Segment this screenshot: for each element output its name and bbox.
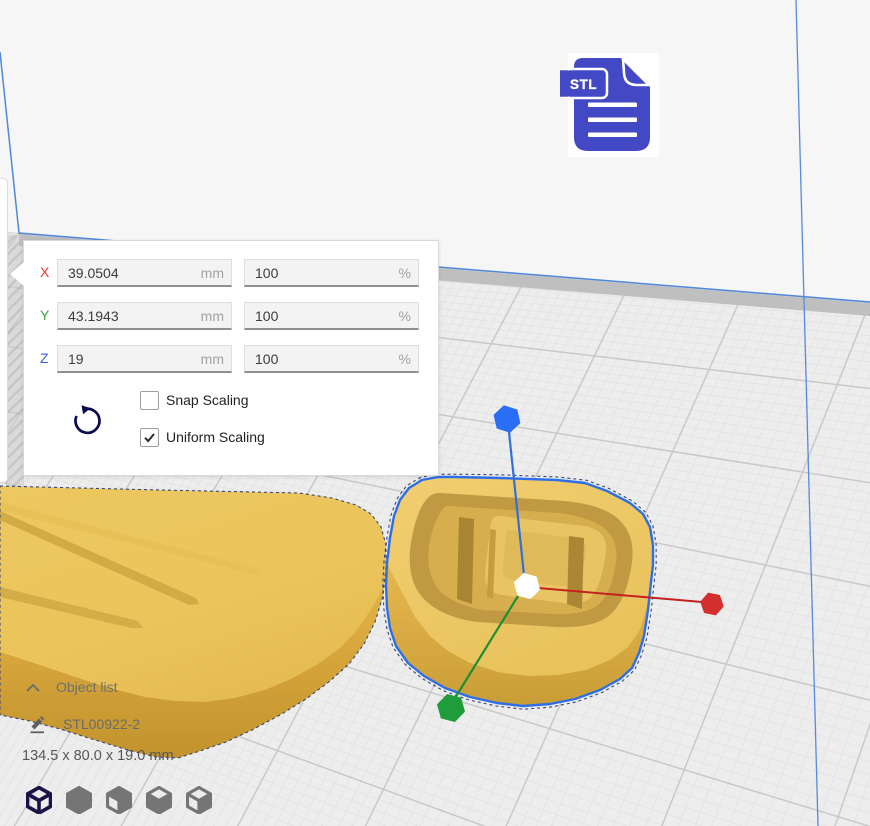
svg-text:STL: STL xyxy=(570,77,597,92)
